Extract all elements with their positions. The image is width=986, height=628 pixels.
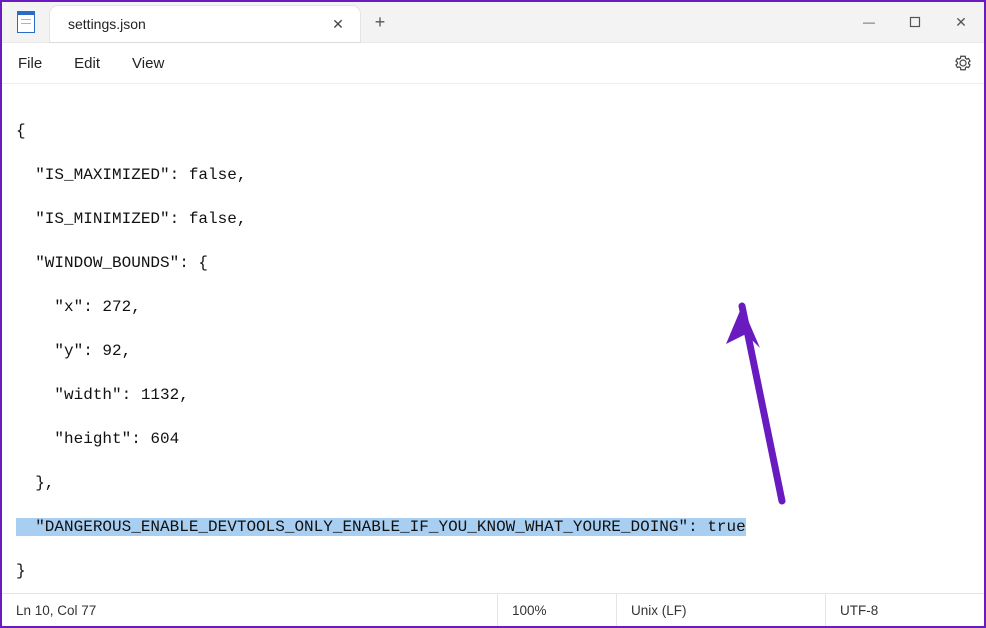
maximize-icon [909,16,921,28]
maximize-button[interactable] [892,2,938,42]
code-line: "width": 1132, [16,384,970,406]
code-line: { [16,120,970,142]
status-zoom[interactable]: 100% [497,594,616,626]
status-encoding[interactable]: UTF-8 [825,594,984,626]
status-eol[interactable]: Unix (LF) [616,594,825,626]
menu-file[interactable]: File [16,51,44,76]
code-line: "x": 272, [16,296,970,318]
file-tab[interactable]: settings.json ✕ [50,6,360,42]
editor-area[interactable]: { "IS_MAXIMIZED": false, "IS_MINIMIZED":… [2,84,984,593]
settings-button[interactable] [954,54,972,72]
notepad-icon [17,11,35,33]
menubar: File Edit View [2,43,984,84]
app-window: settings.json ✕ + — ✕ File Edit View { "… [0,0,986,628]
code-line: }, [16,472,970,494]
selected-text: "DANGEROUS_ENABLE_DEVTOOLS_ONLY_ENABLE_I… [16,518,746,536]
gear-icon [954,54,972,72]
code-line: "height": 604 [16,428,970,450]
app-icon [2,2,50,42]
tab-close-button[interactable]: ✕ [328,14,348,34]
status-position[interactable]: Ln 10, Col 77 [2,594,140,626]
new-tab-button[interactable]: + [360,2,400,42]
code-line: "y": 92, [16,340,970,362]
window-close-button[interactable]: ✕ [938,2,984,42]
code-line: } [16,560,970,582]
code-line: "IS_MAXIMIZED": false, [16,164,970,186]
menu-view[interactable]: View [130,51,166,76]
code-line: "WINDOW_BOUNDS": { [16,252,970,274]
statusbar: Ln 10, Col 77 100% Unix (LF) UTF-8 [2,593,984,626]
tab-title: settings.json [68,16,146,32]
menu-edit[interactable]: Edit [72,51,102,76]
titlebar: settings.json ✕ + — ✕ [2,2,984,43]
window-controls: — ✕ [846,2,984,42]
code-line-highlighted: "DANGEROUS_ENABLE_DEVTOOLS_ONLY_ENABLE_I… [16,516,970,538]
minimize-button[interactable]: — [846,2,892,42]
code-line: "IS_MINIMIZED": false, [16,208,970,230]
